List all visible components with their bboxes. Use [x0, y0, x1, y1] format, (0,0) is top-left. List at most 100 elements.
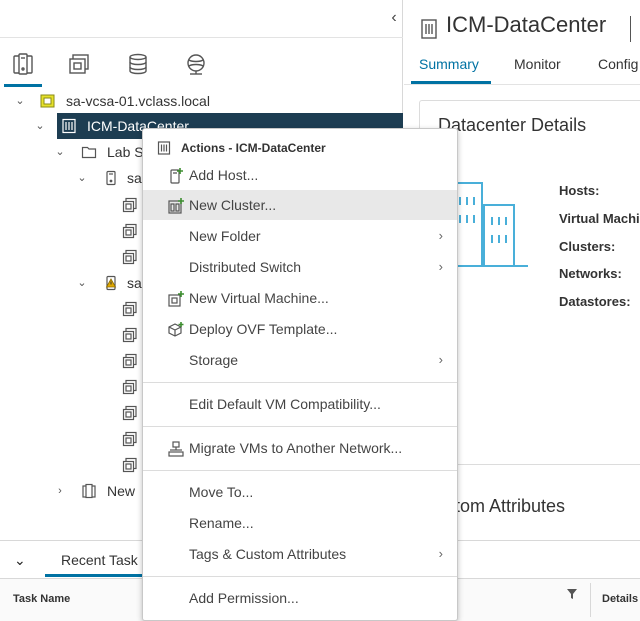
vm-icon[interactable] [122, 353, 138, 369]
vm-icon[interactable] [122, 405, 138, 421]
expanded-caret-icon[interactable]: ⌄ [76, 270, 88, 296]
menu-item-label: Storage [189, 352, 239, 368]
storage-tab[interactable] [123, 52, 153, 80]
menu-item-label: Edit Default VM Compatibility... [189, 396, 381, 412]
expanded-caret-icon[interactable]: ⌄ [34, 113, 46, 139]
filter-icon[interactable] [566, 588, 578, 600]
database-icon [129, 53, 147, 75]
host-1-label: sa [127, 170, 142, 186]
detail-clusters-label: Clusters: [559, 239, 616, 254]
title-separator [630, 16, 631, 42]
collapsed-caret-icon[interactable]: › [54, 478, 66, 504]
host-warning-icon [103, 275, 119, 291]
menu-item-migrate-vms[interactable]: Migrate VMs to Another Network... [143, 433, 457, 463]
tabs-divider [404, 84, 640, 85]
add-host-icon [167, 167, 185, 185]
vm-icon[interactable] [122, 301, 138, 317]
menu-divider [143, 426, 457, 427]
column-task-name[interactable]: Task Name [13, 593, 70, 605]
vms-templates-icon [69, 54, 89, 74]
menu-item-new-cluster[interactable]: New Cluster... [143, 190, 457, 220]
menu-header-title: Actions - ICM-DataCenter [181, 141, 326, 155]
vapp-icon [81, 483, 97, 499]
tab-summary[interactable]: Summary [419, 56, 479, 72]
menu-item-add-host[interactable]: Add Host... [143, 160, 457, 190]
new-item-label: New [107, 483, 136, 499]
object-title: ICM-DataCenter [446, 12, 607, 37]
menu-item-move-to[interactable]: Move To... [143, 477, 457, 507]
vcenter-label: sa-vcsa-01.vclass.local [66, 93, 210, 109]
menu-item-label: New Virtual Machine... [189, 290, 329, 306]
detail-datastores-label: Datastores: [559, 294, 631, 309]
tree-node-folder[interactable]: ⌄ Lab S [54, 139, 144, 165]
navigator-toolbar [0, 0, 403, 38]
menu-item-storage[interactable]: Storage › [143, 345, 457, 375]
vm-icon[interactable] [122, 223, 138, 239]
new-vm-icon [167, 290, 185, 308]
tree-node-vcenter[interactable]: ⌄ sa-vcsa-01.vclass.local [14, 88, 403, 114]
datacenter-icon [61, 118, 77, 134]
submenu-chevron-icon: › [438, 352, 443, 367]
submenu-chevron-icon: › [438, 228, 443, 243]
migrate-network-icon [167, 440, 185, 458]
deploy-ovf-icon [167, 321, 185, 339]
menu-item-label: Distributed Switch [189, 259, 302, 275]
tree-node-host-1[interactable]: ⌄ sa [76, 165, 144, 191]
menu-item-label: Rename... [189, 515, 254, 531]
vm-icon[interactable] [122, 379, 138, 395]
datacenter-icon [157, 141, 171, 155]
submenu-chevron-icon: › [438, 546, 443, 561]
menu-item-distributed-switch[interactable]: Distributed Switch › [143, 252, 457, 282]
actions-context-menu: Actions - ICM-DataCenter Add Host... New… [142, 128, 458, 621]
vm-icon[interactable] [122, 457, 138, 473]
menu-item-new-folder[interactable]: New Folder › [143, 221, 457, 251]
menu-item-label: Move To... [189, 484, 254, 500]
menu-item-label: Add Permission... [189, 590, 299, 606]
menu-item-add-permission[interactable]: Add Permission... [143, 583, 457, 613]
vm-icon[interactable] [122, 431, 138, 447]
hosts-clusters-tab[interactable] [4, 52, 42, 87]
navigator-tabs [0, 46, 403, 87]
collapse-navigator-button[interactable]: ‹ [386, 8, 402, 28]
menu-divider [143, 576, 457, 577]
detail-hosts-label: Hosts: [559, 183, 600, 198]
tree-node-new[interactable]: › New [54, 478, 144, 504]
tab-recent-tasks[interactable]: Recent Task [61, 552, 138, 568]
expanded-caret-icon[interactable]: ⌄ [54, 139, 66, 165]
tab-monitor[interactable]: Monitor [514, 56, 561, 72]
vm-icon[interactable] [122, 327, 138, 343]
menu-item-rename[interactable]: Rename... [143, 508, 457, 538]
menu-item-new-vm[interactable]: New Virtual Machine... [143, 283, 457, 313]
vm-icon[interactable] [122, 249, 138, 265]
expanded-caret-icon[interactable]: ⌄ [14, 88, 26, 114]
tree-node-host-2[interactable]: ⌄ sa [76, 270, 144, 296]
hosts-clusters-icon [13, 53, 33, 75]
expanded-caret-icon[interactable]: ⌄ [76, 165, 88, 191]
column-separator[interactable] [590, 583, 591, 617]
menu-item-deploy-ovf[interactable]: Deploy OVF Template... [143, 314, 457, 344]
detail-networks-label: Networks: [559, 266, 622, 281]
card-title: Datacenter Details [438, 115, 587, 135]
datacenter-title-icon [420, 18, 438, 40]
menu-item-label: Migrate VMs to Another Network... [189, 440, 403, 456]
menu-divider [143, 382, 457, 383]
detail-vms-label: Virtual Machi [559, 211, 640, 226]
menu-item-label: Tags & Custom Attributes [189, 546, 347, 562]
folder-label: Lab S [107, 144, 144, 160]
vm-icon[interactable] [122, 197, 138, 213]
vms-templates-tab[interactable] [64, 52, 94, 80]
vcenter-icon [40, 93, 56, 109]
menu-item-edit-vm-compatibility[interactable]: Edit Default VM Compatibility... [143, 389, 457, 419]
host-2-label: sa [127, 275, 142, 291]
tab-configure[interactable]: Config [598, 56, 638, 72]
menu-item-label: Deploy OVF Template... [189, 321, 338, 337]
collapse-tasks-chevron-icon[interactable]: ⌄ [14, 552, 30, 568]
networking-tab[interactable] [181, 52, 211, 80]
column-details[interactable]: Details [602, 593, 638, 605]
menu-item-label: Add Host... [189, 167, 259, 183]
recent-tasks-tab-indicator [45, 574, 145, 577]
menu-divider [143, 470, 457, 471]
folder-icon [81, 144, 97, 160]
menu-item-tags[interactable]: Tags & Custom Attributes › [143, 539, 457, 569]
new-cluster-icon [167, 197, 185, 215]
